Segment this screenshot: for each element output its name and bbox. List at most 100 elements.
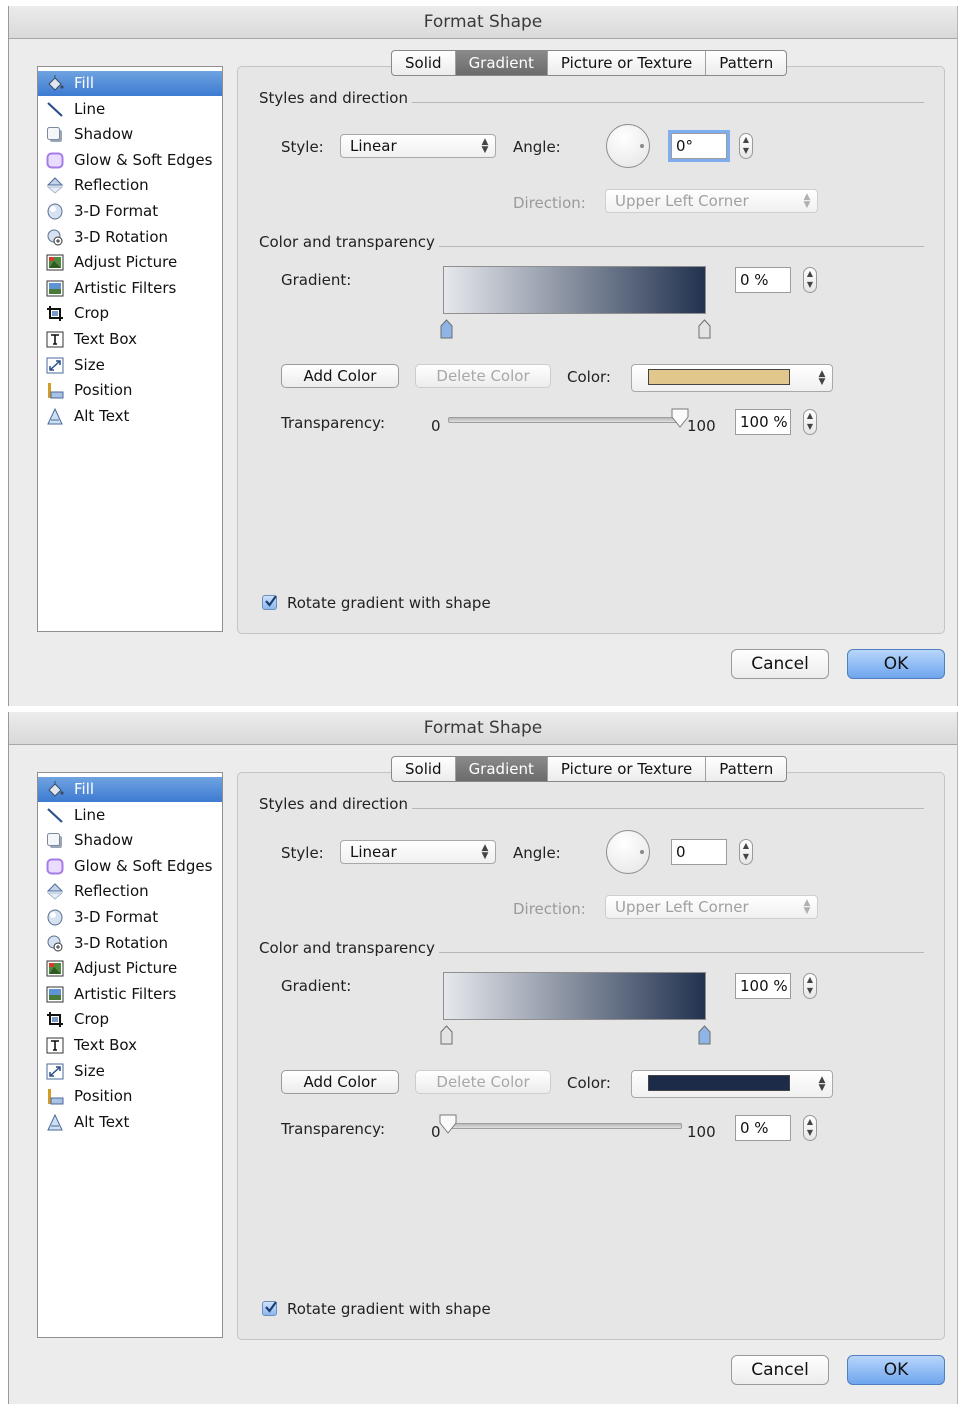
- size-icon: [46, 357, 64, 374]
- glow-icon: [46, 152, 64, 169]
- sidebar-item-line[interactable]: Line: [38, 803, 222, 828]
- style-select[interactable]: Linear ▲ ▼: [340, 840, 496, 864]
- transparency-slider-thumb[interactable]: [439, 1114, 457, 1134]
- sidebar-item-label: Fill: [74, 74, 95, 92]
- gradient-preview-bar[interactable]: [443, 266, 706, 314]
- sidebar-item-label: Reflection: [74, 882, 149, 901]
- gradient-stop-start[interactable]: [440, 319, 453, 339]
- position-icon: [46, 1088, 64, 1105]
- updown-arrows-icon: ▲ ▼: [481, 137, 489, 155]
- category-sidebar: Fill Line Shadow Glow & Soft Edges Reflectio…: [37, 772, 223, 1338]
- tab-gradient[interactable]: Gradient: [455, 757, 548, 781]
- transparency-slider-track[interactable]: [448, 1123, 682, 1129]
- color-picker[interactable]: ▲ ▼: [631, 364, 833, 392]
- sidebar-item-alt-text[interactable]: Alt Text: [38, 1110, 222, 1135]
- sidebar-item-text-box[interactable]: Text Box: [38, 327, 222, 352]
- angle-stepper[interactable]: ▲ ▼: [739, 839, 753, 865]
- sidebar-item-shadow[interactable]: Shadow: [38, 828, 222, 853]
- gradient-stop-end[interactable]: [698, 319, 711, 339]
- rotate-gradient-checkbox[interactable]: [262, 595, 277, 610]
- sidebar-item-fill[interactable]: Fill: [38, 777, 222, 802]
- checkmark-icon: [265, 595, 277, 607]
- sidebar-item-adjust-picture[interactable]: Adjust Picture: [38, 250, 222, 275]
- shadow-icon: [46, 832, 64, 849]
- sidebar-item-size[interactable]: Size: [38, 353, 222, 378]
- sidebar-item-artistic-filters[interactable]: Artistic Filters: [38, 982, 222, 1007]
- gradient-preview-bar[interactable]: [443, 972, 706, 1020]
- sidebar-item-3-d-format[interactable]: 3-D Format: [38, 199, 222, 224]
- dialog-title: Format Shape: [9, 6, 957, 39]
- tab-gradient[interactable]: Gradient: [455, 51, 548, 75]
- sidebar-item-text-box[interactable]: Text Box: [38, 1033, 222, 1058]
- angle-dial[interactable]: [606, 124, 650, 168]
- angle-input[interactable]: 0: [671, 839, 727, 865]
- angle-input[interactable]: 0°: [668, 130, 730, 162]
- sidebar-item-label: Alt Text: [74, 1112, 130, 1131]
- style-select[interactable]: Linear ▲ ▼: [340, 134, 496, 158]
- sidebar-item-artistic-filters[interactable]: Artistic Filters: [38, 276, 222, 301]
- transparency-stepper[interactable]: ▲ ▼: [803, 409, 817, 435]
- sidebar-item-reflection[interactable]: Reflection: [38, 173, 222, 198]
- fill-settings-panel: Styles and direction Style: Linear ▲ ▼ An…: [237, 66, 945, 634]
- stop-position-input[interactable]: 100 %: [735, 973, 791, 999]
- gradient-stop-start[interactable]: [440, 1025, 453, 1045]
- cancel-button[interactable]: Cancel: [731, 649, 829, 679]
- 3d-rotation-icon: [46, 229, 64, 246]
- sidebar-item-label: Adjust Picture: [74, 253, 178, 272]
- gradient-label: Gradient:: [281, 977, 352, 995]
- tab-solid[interactable]: Solid: [392, 757, 456, 781]
- sidebar-item-fill[interactable]: Fill: [38, 71, 222, 96]
- tab-pattern[interactable]: Pattern: [706, 757, 786, 781]
- 3d-format-icon: [46, 203, 64, 220]
- sidebar-item-label: 3-D Format: [74, 908, 159, 926]
- sidebar-item-alt-text[interactable]: Alt Text: [38, 404, 222, 429]
- sidebar-item-line[interactable]: Line: [38, 97, 222, 122]
- sidebar-item-size[interactable]: Size: [38, 1059, 222, 1084]
- sidebar-item-crop[interactable]: Crop: [38, 1007, 222, 1032]
- stop-position-stepper[interactable]: ▲ ▼: [803, 973, 817, 999]
- sidebar-item-3-d-format[interactable]: 3-D Format: [38, 905, 222, 930]
- ok-button[interactable]: OK: [847, 649, 945, 679]
- updown-arrows-icon: ▲ ▼: [481, 843, 489, 861]
- color-section-title: Color and transparency: [259, 939, 435, 957]
- sidebar-item-adjust-picture[interactable]: Adjust Picture: [38, 956, 222, 981]
- transparency-stepper[interactable]: ▲ ▼: [803, 1115, 817, 1141]
- sidebar-item-label: Glow & Soft Edges: [74, 150, 213, 169]
- delete-color-button[interactable]: Delete Color: [415, 1070, 551, 1094]
- transparency-input[interactable]: 100 %: [735, 409, 791, 435]
- sidebar-item-crop[interactable]: Crop: [38, 301, 222, 326]
- sidebar-item-3-d-rotation[interactable]: 3-D Rotation: [38, 225, 222, 250]
- sidebar-item-3-d-rotation[interactable]: 3-D Rotation: [38, 931, 222, 956]
- tab-pattern[interactable]: Pattern: [706, 51, 786, 75]
- transparency-slider-track[interactable]: [448, 417, 682, 423]
- tab-picture-or-texture[interactable]: Picture or Texture: [548, 757, 707, 781]
- add-color-button[interactable]: Add Color: [281, 1070, 399, 1094]
- direction-select-value: Upper Left Corner: [615, 898, 749, 916]
- add-color-button[interactable]: Add Color: [281, 364, 399, 388]
- angle-dial[interactable]: [606, 830, 650, 874]
- sidebar-item-reflection[interactable]: Reflection: [38, 879, 222, 904]
- stop-position-input[interactable]: 0 %: [735, 267, 791, 293]
- angle-stepper[interactable]: ▲ ▼: [739, 133, 753, 159]
- ok-button[interactable]: OK: [847, 1355, 945, 1385]
- cancel-button[interactable]: Cancel: [731, 1355, 829, 1385]
- transparency-input[interactable]: 0 %: [735, 1115, 791, 1141]
- sidebar-item-label: Size: [74, 1061, 105, 1080]
- stop-position-stepper[interactable]: ▲ ▼: [803, 267, 817, 293]
- tab-picture-or-texture[interactable]: Picture or Texture: [548, 51, 707, 75]
- direction-select[interactable]: Upper Left Corner ▲ ▼: [605, 895, 818, 919]
- section-divider: [439, 952, 924, 953]
- sidebar-item-position[interactable]: Position: [38, 378, 222, 403]
- direction-select[interactable]: Upper Left Corner ▲ ▼: [605, 189, 818, 213]
- color-swatch: [648, 1075, 790, 1091]
- rotate-gradient-label: Rotate gradient with shape: [287, 1300, 491, 1318]
- sidebar-item-glow-soft-edges[interactable]: Glow & Soft Edges: [38, 854, 222, 879]
- color-picker[interactable]: ▲ ▼: [631, 1070, 833, 1098]
- sidebar-item-shadow[interactable]: Shadow: [38, 122, 222, 147]
- sidebar-item-glow-soft-edges[interactable]: Glow & Soft Edges: [38, 148, 222, 173]
- rotate-gradient-checkbox[interactable]: [262, 1301, 277, 1316]
- tab-solid[interactable]: Solid: [392, 51, 456, 75]
- sidebar-item-position[interactable]: Position: [38, 1084, 222, 1109]
- gradient-stop-end[interactable]: [698, 1025, 711, 1045]
- delete-color-button[interactable]: Delete Color: [415, 364, 551, 388]
